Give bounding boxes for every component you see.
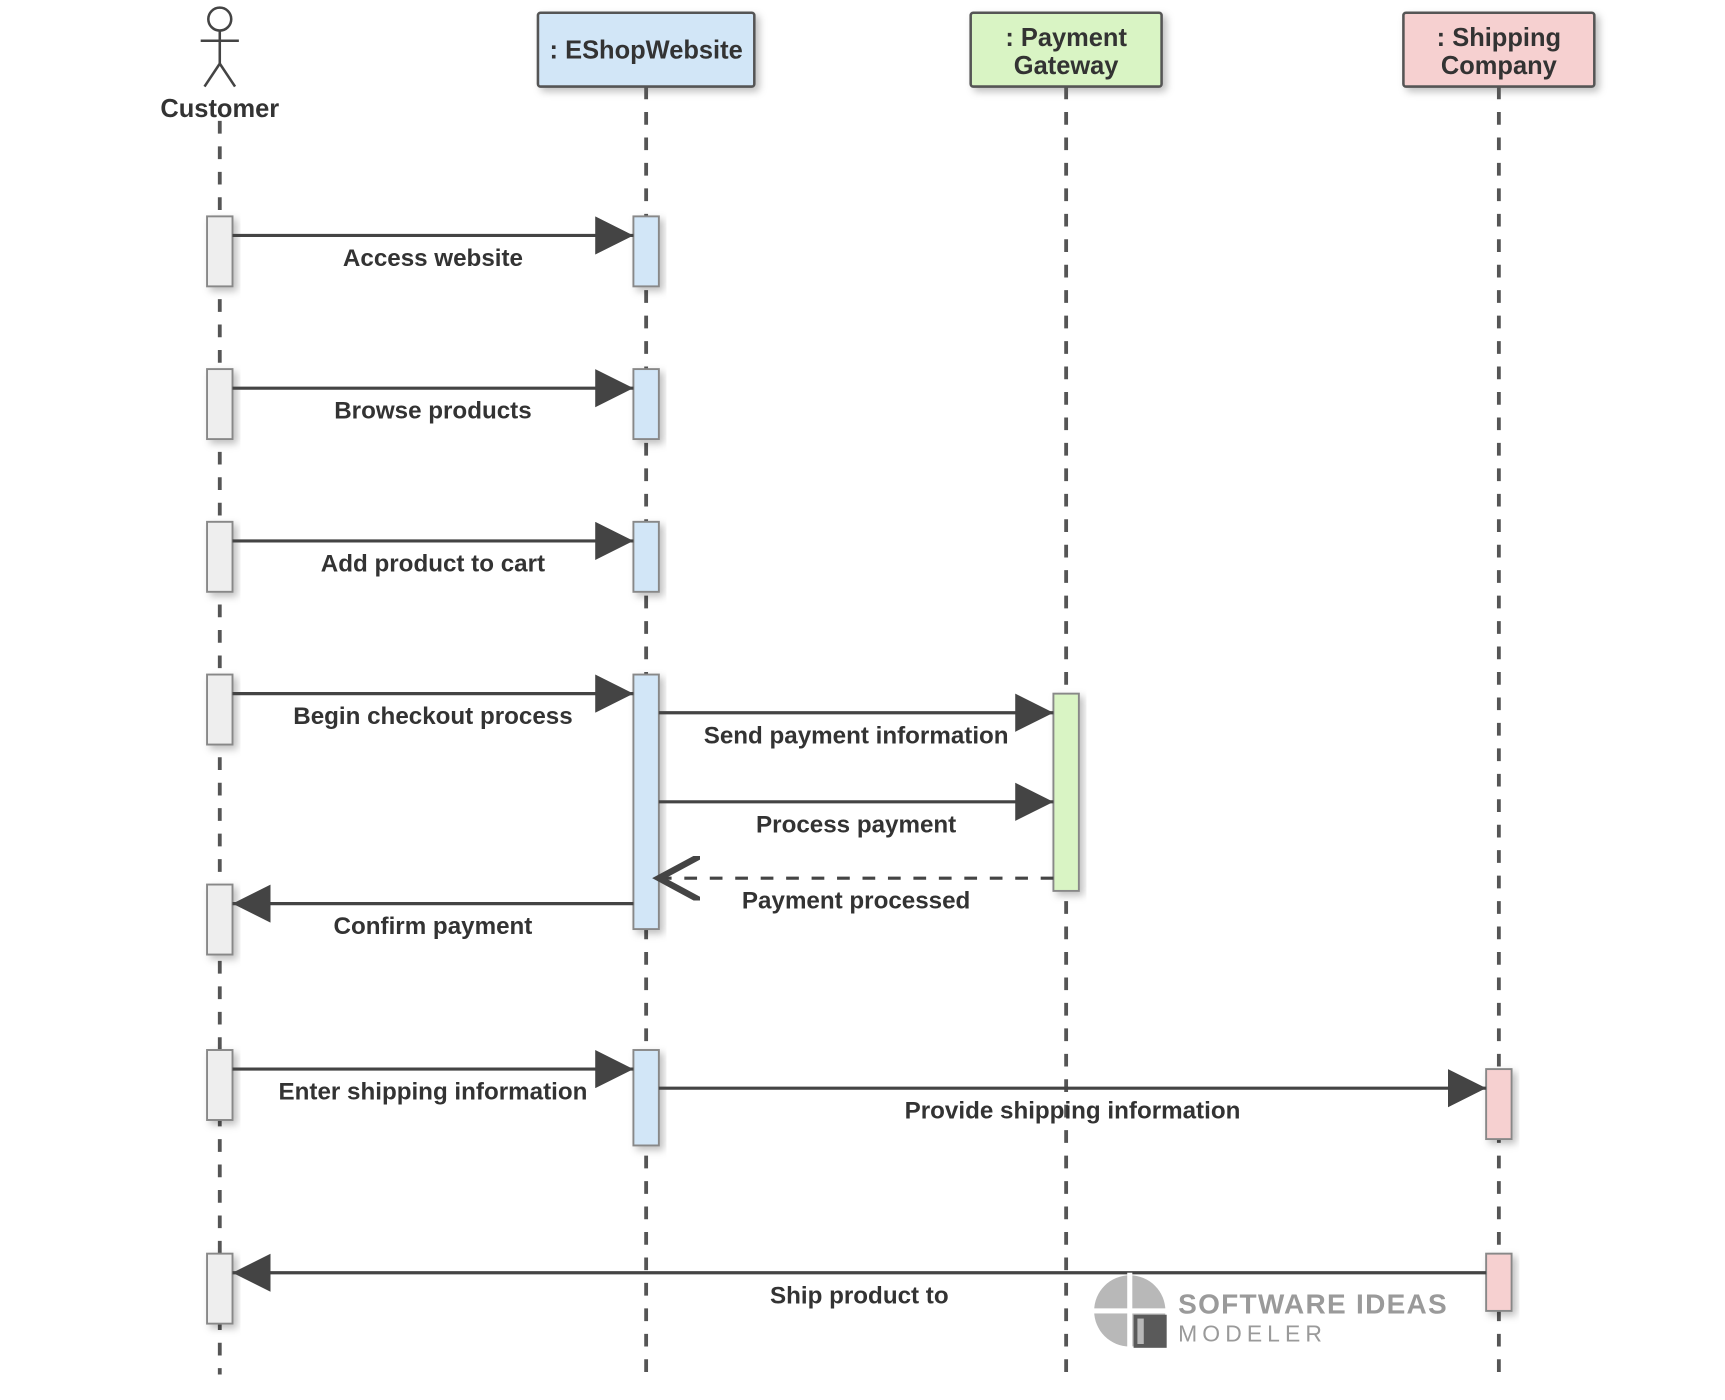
lifeline-label: : Payment — [1005, 24, 1127, 52]
execution-customer — [207, 885, 232, 955]
lifeline-shipping: : ShippingCompany — [1403, 13, 1594, 87]
message-label: Add product to cart — [321, 550, 545, 577]
message-label: Payment processed — [742, 888, 970, 915]
execution-eshop — [633, 216, 658, 286]
lifeline-gateway: : PaymentGateway — [971, 13, 1162, 87]
lifeline-label: : EShopWebsite — [550, 37, 743, 65]
execution-gateway — [1053, 694, 1078, 891]
message-label: Begin checkout process — [293, 703, 572, 730]
lifeline-label: Customer — [160, 95, 279, 123]
execution-eshop — [633, 1050, 658, 1145]
svg-text:Company: Company — [1441, 52, 1558, 80]
watermark-text: MODELER — [1178, 1320, 1327, 1346]
execution-customer — [207, 216, 232, 286]
message-label: Process payment — [756, 811, 956, 838]
execution-customer — [207, 675, 232, 745]
message-label: Access website — [343, 245, 523, 272]
message-label: Send payment information — [704, 722, 1009, 749]
sequence-diagram: Customer: EShopWebsite: PaymentGateway: … — [0, 0, 1725, 1400]
message-label: Provide shipping information — [905, 1098, 1241, 1125]
watermark-text: SOFTWARE IDEAS — [1178, 1288, 1448, 1319]
execution-customer — [207, 1254, 232, 1324]
execution-eshop — [633, 675, 658, 930]
execution-customer — [207, 369, 232, 439]
execution-shipping — [1486, 1069, 1511, 1139]
execution-customer — [207, 1050, 232, 1120]
execution-eshop — [633, 369, 658, 439]
lifeline-eshop: : EShopWebsite — [538, 13, 754, 87]
message-label: Confirm payment — [334, 913, 533, 940]
execution-eshop — [633, 522, 658, 592]
lifeline-label: : Shipping — [1437, 24, 1561, 52]
lifeline-customer: Customer — [160, 8, 279, 123]
message-label: Enter shipping information — [279, 1079, 588, 1106]
execution-customer — [207, 522, 232, 592]
execution-shipping — [1486, 1254, 1511, 1311]
message-label: Browse products — [334, 398, 531, 425]
watermark-logo: SOFTWARE IDEASMODELER — [1092, 1273, 1448, 1349]
message-label: Ship product to — [770, 1282, 949, 1309]
svg-text:Gateway: Gateway — [1014, 52, 1119, 80]
